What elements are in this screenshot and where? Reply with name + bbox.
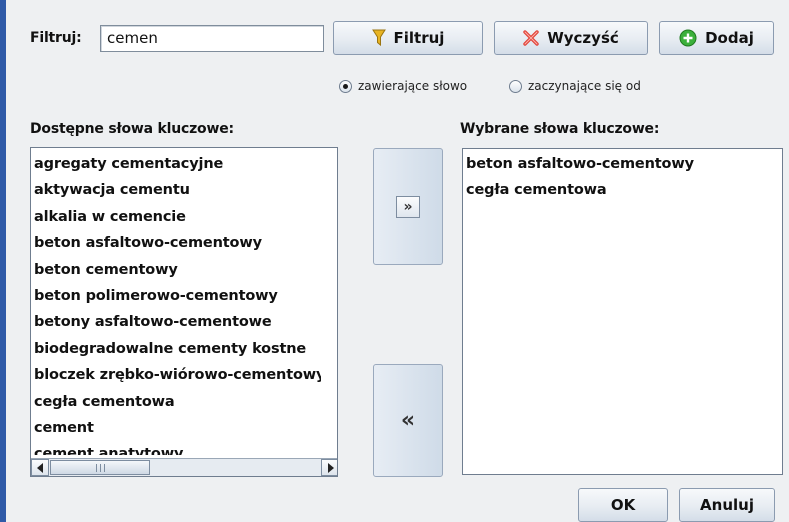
selected-keywords-list[interactable]: beton asfaltowo-cementowy cegła cementow… — [462, 148, 783, 475]
list-item[interactable]: bloczek zrębko-wiórowo-cementowy — [31, 362, 321, 388]
cancel-button[interactable]: Anuluj — [679, 488, 775, 522]
list-item[interactable]: beton asfaltowo-cementowy — [31, 230, 321, 256]
available-keywords-list[interactable]: agregaty cementacyjne aktywacja cementu … — [30, 147, 338, 477]
clear-button-label: Wyczyść — [547, 29, 619, 47]
green-plus-icon — [679, 29, 697, 47]
cancel-button-label: Anuluj — [700, 496, 754, 514]
selected-list-viewport: beton asfaltowo-cementowy cegła cementow… — [463, 151, 694, 204]
arrow-left-icon — [37, 462, 43, 473]
ok-button[interactable]: OK — [578, 488, 668, 522]
list-item[interactable]: beton asfaltowo-cementowy — [463, 151, 694, 177]
filter-input[interactable]: cemen — [100, 25, 324, 52]
list-item[interactable]: agregaty cementacyjne — [31, 151, 321, 177]
radio-starts-label: zaczynające się od — [528, 79, 641, 93]
list-item[interactable]: alkalia w cemencie — [31, 204, 321, 230]
list-item[interactable]: cement anatytowy — [31, 441, 321, 455]
list-item[interactable]: betony asfaltowo-cementowe — [31, 309, 321, 335]
selected-keywords-label: Wybrane słowa kluczowe: — [460, 121, 660, 137]
move-left-button[interactable]: « — [373, 364, 443, 477]
list-item[interactable]: aktywacja cementu — [31, 177, 321, 203]
double-right-icon: » — [396, 195, 420, 218]
filter-button-label: Filtruj — [393, 29, 445, 47]
funnel-icon — [371, 29, 386, 47]
red-x-icon — [523, 30, 539, 46]
radio-contains-label: zawierające słowo — [358, 79, 468, 93]
filter-button[interactable]: Filtruj — [333, 21, 483, 55]
move-right-button[interactable]: » — [373, 148, 443, 265]
double-left-icon: « — [400, 408, 416, 433]
list-item[interactable]: cegła cementowa — [463, 177, 694, 203]
list-item[interactable]: beton polimerowo-cementowy — [31, 283, 321, 309]
scroll-left-button[interactable] — [31, 459, 49, 476]
scroll-right-button[interactable] — [321, 459, 337, 476]
horizontal-scroll-thumb[interactable] — [50, 460, 150, 475]
list-item[interactable]: cement — [31, 415, 321, 441]
list-item[interactable]: biodegradowalne cementy kostne — [31, 336, 321, 362]
list-item[interactable]: beton cementowy — [31, 257, 321, 283]
radio-contains-indicator[interactable] — [339, 79, 352, 93]
arrow-right-icon — [327, 462, 334, 473]
list-item[interactable]: cegła cementowa — [31, 389, 321, 415]
radio-contains[interactable]: zawierające słowo — [339, 79, 467, 93]
ok-button-label: OK — [610, 496, 636, 514]
add-button[interactable]: Dodaj — [659, 21, 774, 55]
radio-starts[interactable]: zaczynające się od — [509, 79, 641, 93]
available-horizontal-scrollbar[interactable] — [31, 458, 337, 476]
window-left-edge — [0, 0, 6, 522]
clear-button[interactable]: Wyczyść — [494, 21, 648, 55]
filter-label: Filtruj: — [30, 30, 82, 46]
add-button-label: Dodaj — [705, 29, 754, 47]
available-list-viewport: agregaty cementacyjne aktywacja cementu … — [31, 151, 321, 455]
available-keywords-label: Dostępne słowa kluczowe: — [30, 121, 234, 137]
radio-starts-indicator[interactable] — [509, 79, 522, 93]
